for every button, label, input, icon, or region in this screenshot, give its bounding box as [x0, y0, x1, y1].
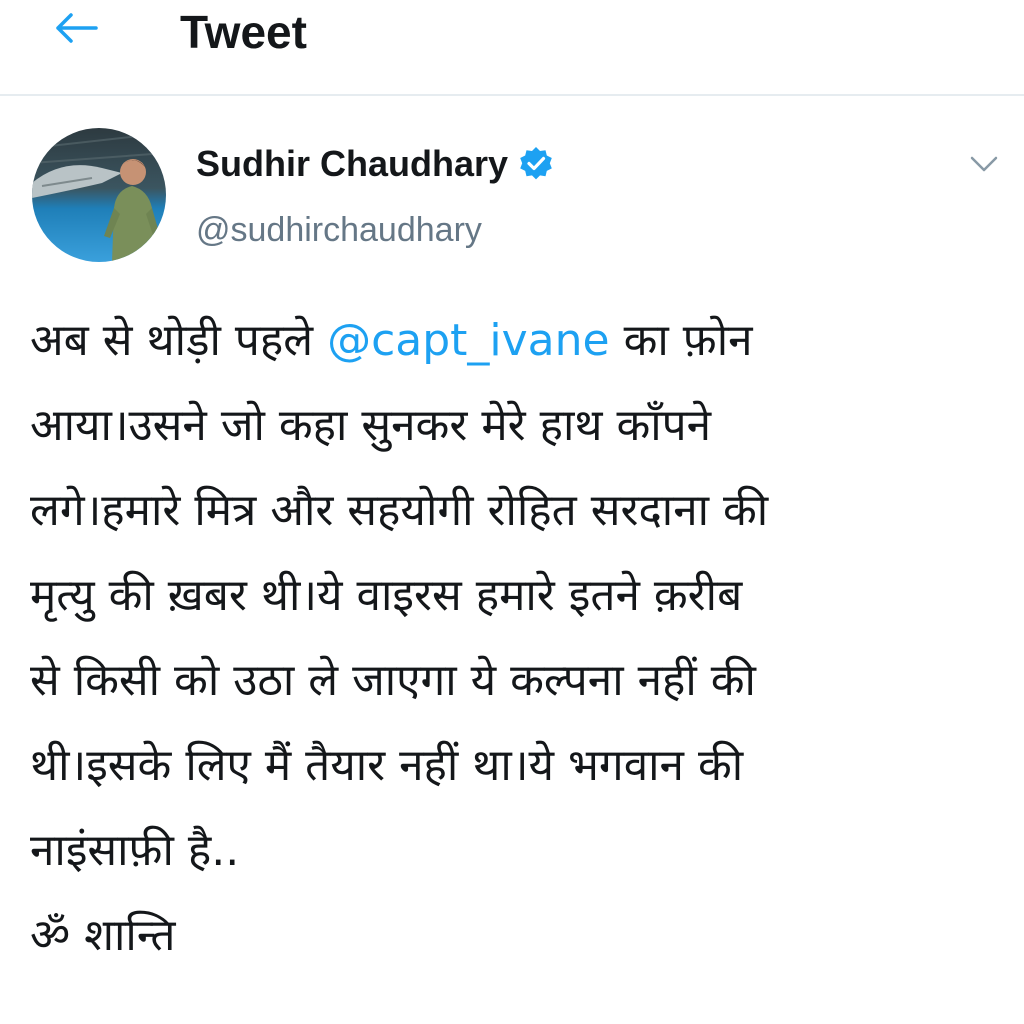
- mention-link[interactable]: @capt_ivane: [327, 315, 610, 366]
- tweet-page: Tweet Sudhir Chaudhary @sudhirchaudhary …: [0, 0, 1024, 1024]
- tweet-line: अब से थोड़ी पहले @capt_ivane का फ़ोन: [30, 298, 1005, 383]
- tweet-line: ॐ शान्ति: [30, 910, 176, 961]
- verified-badge-icon: [518, 146, 554, 182]
- tweet-menu-button[interactable]: [962, 150, 1006, 182]
- page-title: Tweet: [180, 6, 307, 58]
- author-name[interactable]: Sudhir Chaudhary: [196, 142, 554, 186]
- tweet-line: मृत्यु की ख़बर थी।ये वाइरस हमारे इतने क़…: [30, 570, 743, 621]
- tweet-line: लगे।हमारे मित्र और सहयोगी रोहित सरदाना क…: [30, 485, 769, 536]
- chevron-down-icon: [970, 155, 998, 178]
- avatar[interactable]: [32, 128, 166, 262]
- tweet-line: नाइंसाफ़ी है..: [30, 825, 240, 876]
- tweet-line: से किसी को उठा ले जाएगा ये कल्पना नहीं क…: [30, 655, 756, 706]
- top-bar: Tweet: [0, 0, 1024, 96]
- author-handle[interactable]: @sudhirchaudhary: [196, 208, 482, 252]
- tweet-line: थी।इसके लिए मैं तैयार नहीं था।ये भगवान क…: [30, 740, 744, 791]
- tweet-line: आया।उसने जो कहा सुनकर मेरे हाथ काँपने: [30, 400, 712, 451]
- back-button[interactable]: [44, 8, 108, 52]
- author-name-text: Sudhir Chaudhary: [196, 143, 509, 184]
- tweet-text-segment: का फ़ोन: [609, 315, 753, 366]
- arrow-left-icon: [54, 12, 98, 49]
- tweet-text-segment: अब से थोड़ी पहले: [30, 315, 328, 366]
- tweet-text: अब से थोड़ी पहले @capt_ivane का फ़ोन आया…: [30, 298, 1005, 978]
